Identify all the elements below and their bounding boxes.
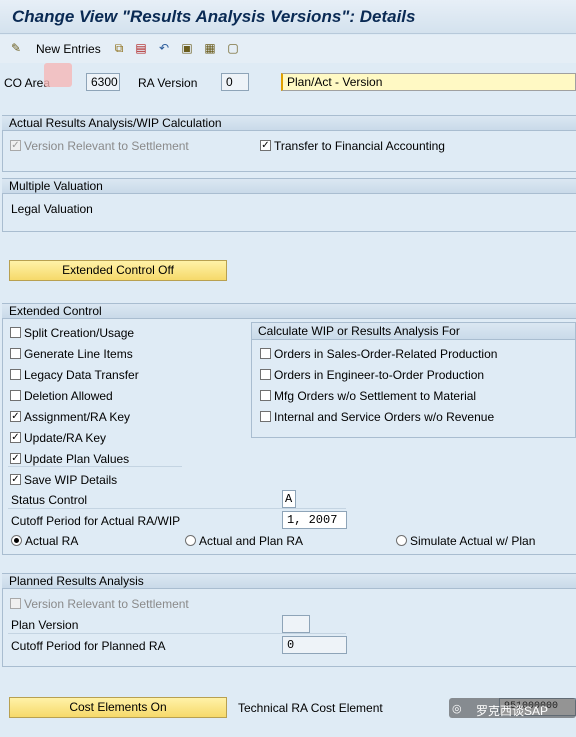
plan-version-field[interactable] <box>282 615 310 633</box>
technical-ra-cost-element-label: Technical RA Cost Element <box>238 701 383 715</box>
divider <box>8 508 346 509</box>
select-all-icon[interactable]: ▣ <box>180 41 194 55</box>
sales-order-production-label: Orders in Sales-Order-Related Production <box>274 347 498 361</box>
cutoff-period-label: Cutoff Period for Actual RA/WIP <box>11 514 181 528</box>
extended-control-title: Extended Control <box>2 303 576 319</box>
split-creation-checkbox[interactable] <box>10 327 21 338</box>
planned-version-relevant-checkbox <box>10 598 21 609</box>
watermark-text: 罗克西谈SAP <box>476 704 549 718</box>
mfg-orders-checkbox[interactable] <box>260 390 271 401</box>
cutoff-planned-field[interactable]: 0 <box>282 636 347 654</box>
select-block-icon[interactable]: ▦ <box>203 41 217 55</box>
version-relevant-checkbox: ✓ <box>10 140 21 151</box>
internal-service-orders-checkbox[interactable] <box>260 411 271 422</box>
mfg-orders-label: Mfg Orders w/o Settlement to Material <box>274 389 477 403</box>
cutoff-planned-label: Cutoff Period for Planned RA <box>11 639 166 653</box>
update-plan-values-label: Update Plan Values <box>24 452 130 466</box>
new-entries-button[interactable]: New Entries <box>36 42 101 56</box>
deletion-allowed-checkbox[interactable] <box>10 390 21 401</box>
generate-line-items-checkbox[interactable] <box>10 348 21 359</box>
transfer-fi-checkbox[interactable]: ✓ <box>260 140 271 151</box>
simulate-actual-label: Simulate Actual w/ Plan <box>410 534 536 548</box>
divider <box>8 633 346 634</box>
actual-and-plan-ra-radio[interactable] <box>185 535 196 546</box>
copy-icon[interactable]: ⧉ <box>112 41 126 55</box>
application-toolbar: ✎ New Entries ⧉ ▤ ↶ ▣ ▦ ▢ <box>0 35 576 63</box>
legacy-data-transfer-label: Legacy Data Transfer <box>24 368 139 382</box>
calculate-wip-title: Calculate WIP or Results Analysis For <box>252 323 575 340</box>
title-bar: Change View "Results Analysis Versions":… <box>0 0 576 34</box>
ra-version-label: RA Version <box>138 76 198 90</box>
plan-version-label: Plan Version <box>11 618 79 632</box>
actual-ra-section-title: Actual Results Analysis/WIP Calculation <box>2 115 576 131</box>
internal-service-orders-label: Internal and Service Orders w/o Revenue <box>274 410 495 424</box>
planned-ra-title: Planned Results Analysis <box>2 573 576 589</box>
engineer-to-order-label: Orders in Engineer-to-Order Production <box>274 368 485 382</box>
window-title: Change View "Results Analysis Versions":… <box>12 7 416 26</box>
status-control-label: Status Control <box>11 493 88 507</box>
planned-version-relevant-label: Version Relevant to Settlement <box>24 597 189 611</box>
delete-icon[interactable]: ▤ <box>134 41 148 55</box>
assignment-ra-key-label: Assignment/RA Key <box>24 410 131 424</box>
transfer-fi-label: Transfer to Financial Accounting <box>274 139 445 153</box>
extended-control-off-button[interactable]: Extended Control Off <box>9 260 227 281</box>
legal-valuation-text: Legal Valuation <box>11 202 93 216</box>
sales-order-production-checkbox[interactable] <box>260 348 271 359</box>
undo-icon[interactable]: ↶ <box>157 41 171 55</box>
save-wip-details-checkbox[interactable]: ✓ <box>10 474 21 485</box>
generate-line-items-label: Generate Line Items <box>24 347 133 361</box>
deselect-icon[interactable]: ▢ <box>226 41 240 55</box>
version-relevant-label: Version Relevant to Settlement <box>24 139 189 153</box>
simulate-actual-radio[interactable] <box>396 535 407 546</box>
status-control-field[interactable]: A <box>282 490 296 508</box>
cost-elements-on-button[interactable]: Cost Elements On <box>9 697 227 718</box>
actual-ra-label: Actual RA <box>25 534 79 548</box>
watermark-icon: ◎ <box>452 703 462 715</box>
update-plan-values-checkbox[interactable]: ✓ <box>10 453 21 464</box>
update-ra-key-checkbox[interactable]: ✓ <box>10 432 21 443</box>
divider <box>8 466 182 467</box>
engineer-to-order-checkbox[interactable] <box>260 369 271 380</box>
co-area-field[interactable]: 6300 <box>86 73 120 91</box>
actual-and-plan-ra-label: Actual and Plan RA <box>199 534 304 548</box>
update-ra-key-label: Update/RA Key <box>24 431 107 445</box>
multiple-valuation-title: Multiple Valuation <box>2 178 576 194</box>
deletion-allowed-label: Deletion Allowed <box>24 389 113 403</box>
legacy-data-transfer-checkbox[interactable] <box>10 369 21 380</box>
actual-ra-radio[interactable] <box>11 535 22 546</box>
save-wip-details-label: Save WIP Details <box>24 473 118 487</box>
cutoff-period-field[interactable]: 1, 2007 <box>282 511 347 529</box>
ra-version-field[interactable]: 0 <box>221 73 249 91</box>
assignment-ra-key-checkbox[interactable]: ✓ <box>10 411 21 422</box>
split-creation-label: Split Creation/Usage <box>24 326 135 340</box>
version-description-field[interactable]: Plan/Act - Version <box>281 73 576 91</box>
search-icon <box>44 63 72 87</box>
change-display-icon[interactable]: ✎ <box>9 41 23 55</box>
